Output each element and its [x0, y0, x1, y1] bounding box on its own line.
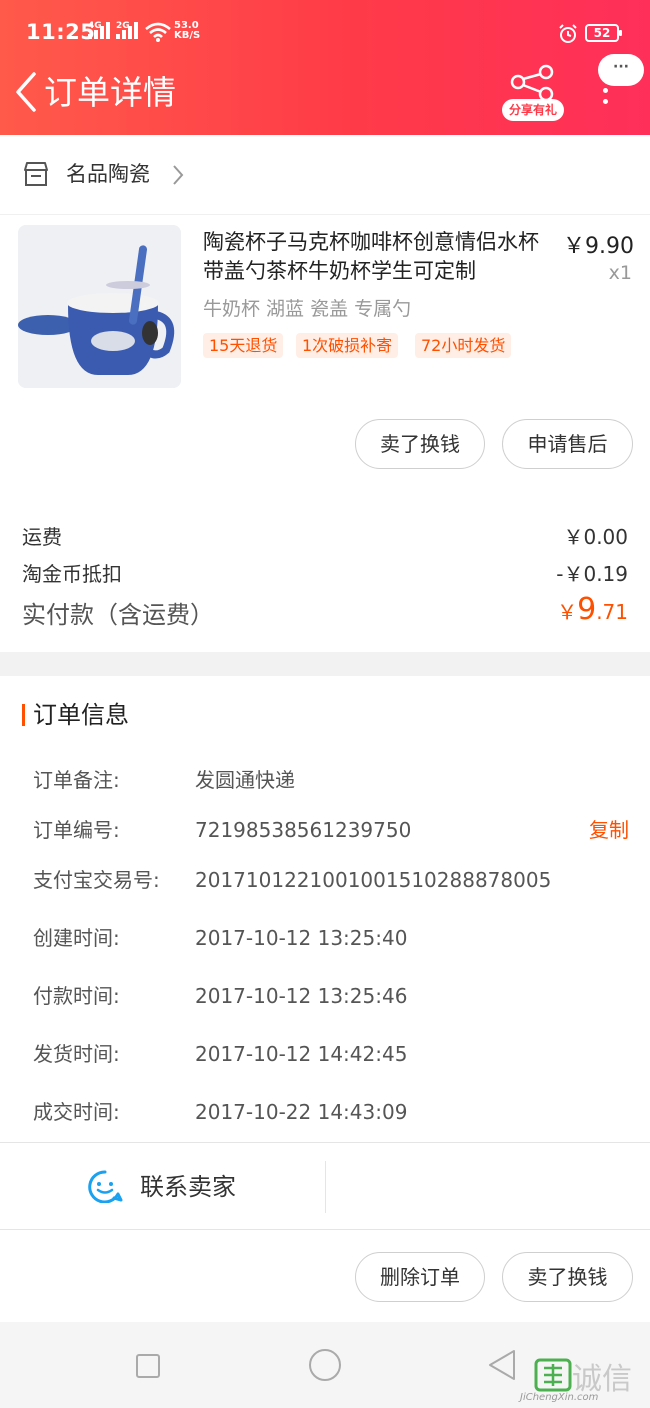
- more-menu-icon[interactable]: [603, 88, 611, 112]
- speed-unit: KB/S: [174, 30, 201, 41]
- order-note-row: 订单备注: 发圆通快递: [33, 765, 633, 795]
- paid-time-value: 2017-10-12 13:25:46: [195, 984, 408, 1008]
- paid-time-label: 付款时间:: [33, 984, 120, 1008]
- watermark-emblem-icon: [534, 1358, 572, 1392]
- tag-shipping-time: 72小时发货: [415, 333, 512, 358]
- contact-divider: [325, 1161, 326, 1213]
- contact-bar: 联系卖家: [0, 1142, 650, 1230]
- tag-damage-replace: 1次破损补寄: [296, 333, 399, 358]
- completed-time-label: 成交时间:: [33, 1100, 120, 1124]
- section-divider: [0, 652, 650, 676]
- signal-icon: [88, 21, 112, 39]
- paid-integer: 9: [577, 592, 597, 627]
- after-sale-button[interactable]: 申请售后: [502, 419, 633, 469]
- back-arrow-icon[interactable]: [12, 70, 42, 114]
- share-icon: [510, 64, 554, 102]
- tag-return: 15天退货: [203, 333, 284, 358]
- completed-time-row: 成交时间: 2017-10-22 14:43:09: [33, 1097, 633, 1127]
- home-icon[interactable]: [308, 1348, 342, 1382]
- watermark-domain: JiChengXin.com: [520, 1392, 599, 1403]
- wifi-icon: [145, 22, 171, 42]
- shop-name: 名品陶瓷: [66, 162, 150, 186]
- completed-time-value: 2017-10-22 14:43:09: [195, 1100, 408, 1124]
- mug-image: [18, 225, 181, 388]
- alipay-trade-value: 2017101221001001510288878005: [195, 868, 552, 892]
- app-header: 11:25 4G 2G 53.0 KB/S 52 订单详情 分享有礼 ···: [0, 0, 650, 135]
- delete-order-button[interactable]: 删除订单: [355, 1252, 485, 1302]
- created-time-label: 创建时间:: [33, 926, 120, 950]
- recent-apps-icon[interactable]: [135, 1353, 161, 1379]
- section-accent-bar: [22, 704, 25, 726]
- order-note-value: 发圆通快递: [195, 768, 295, 792]
- status-time: 11:25: [26, 20, 96, 44]
- shipped-time-label: 发货时间:: [33, 1042, 120, 1066]
- paid-amount-label: 实付款（含运费）: [22, 601, 214, 629]
- shop-row[interactable]: 名品陶瓷: [0, 135, 650, 215]
- order-note-label: 订单备注:: [33, 768, 120, 792]
- chevron-right-icon: [173, 165, 184, 185]
- share-label: 分享有礼: [502, 99, 564, 121]
- paid-amount-value: ￥9.71: [557, 592, 628, 627]
- share-button[interactable]: 分享有礼: [500, 62, 566, 124]
- created-time-row: 创建时间: 2017-10-12 13:25:40: [33, 923, 633, 953]
- alipay-trade-row: 支付宝交易号: 2017101221001001510288878005: [33, 865, 633, 895]
- message-bubble-button[interactable]: ···: [598, 54, 644, 86]
- alarm-icon: [559, 24, 577, 43]
- order-info-title: 订单信息: [33, 701, 129, 729]
- back-triangle-icon[interactable]: [486, 1348, 518, 1382]
- order-number-label: 订单编号:: [33, 818, 120, 842]
- alipay-trade-label: 支付宝交易号:: [33, 868, 160, 892]
- product-quantity: x1: [608, 262, 632, 284]
- contact-seller-label: 联系卖家: [140, 1173, 236, 1201]
- shipping-fee-value: ￥0.00: [563, 525, 628, 549]
- store-icon: [24, 162, 48, 186]
- order-number-value: 72198538561239750: [195, 818, 412, 842]
- coin-deduction-label: 淘金币抵扣: [22, 562, 122, 586]
- paid-decimal: .71: [596, 600, 628, 624]
- watermark-logo: 诚信 JiChengXin.com: [520, 1358, 632, 1403]
- paid-time-row: 付款时间: 2017-10-12 13:25:46: [33, 981, 633, 1011]
- network-speed: 53.0 KB/S: [174, 21, 200, 41]
- shipped-time-value: 2017-10-12 14:42:45: [195, 1042, 408, 1066]
- copy-order-number-button[interactable]: 复制: [589, 815, 629, 845]
- battery-indicator: 52: [585, 24, 622, 42]
- created-time-value: 2017-10-12 13:25:40: [195, 926, 408, 950]
- chat-smile-icon: [88, 1170, 123, 1203]
- shipped-time-row: 发货时间: 2017-10-12 14:42:45: [33, 1039, 633, 1069]
- shipping-fee-label: 运费: [22, 525, 62, 549]
- product-image[interactable]: [18, 225, 181, 388]
- coin-deduction-value: -￥0.19: [556, 562, 628, 586]
- order-number-row: 订单编号: 72198538561239750 复制: [33, 815, 633, 845]
- sell-for-cash-button[interactable]: 卖了换钱: [355, 419, 485, 469]
- paid-currency: ￥: [557, 600, 578, 624]
- signal-icon-2: [116, 21, 140, 39]
- product-price: ￥9.90: [563, 234, 634, 259]
- bottom-sell-for-cash-button[interactable]: 卖了换钱: [502, 1252, 633, 1302]
- product-spec: 牛奶杯 湖蓝 瓷盖 专属勺: [203, 298, 412, 320]
- contact-seller-button[interactable]: 联系卖家: [0, 1143, 325, 1231]
- page-title: 订单详情: [44, 73, 176, 112]
- status-bar: 11:25 4G 2G 53.0 KB/S 52: [0, 0, 650, 60]
- product-title[interactable]: 陶瓷杯子马克杯咖啡杯创意情侣水杯带盖勺茶杯牛奶杯学生可定制: [203, 228, 553, 286]
